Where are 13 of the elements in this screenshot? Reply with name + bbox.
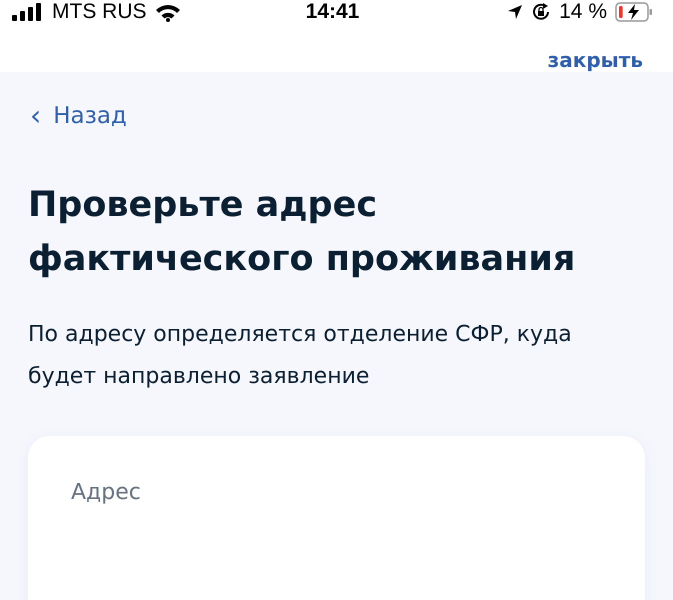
page-title: Проверьте адрес фактического проживания bbox=[28, 184, 576, 281]
carrier-name: MTS RUS bbox=[52, 0, 146, 24]
wifi-icon bbox=[154, 2, 180, 22]
signal-icon bbox=[12, 3, 44, 21]
rotation-lock-icon bbox=[531, 2, 552, 22]
back-link[interactable]: ‹ Назад bbox=[30, 102, 127, 130]
close-link[interactable]: закрыть bbox=[548, 48, 643, 72]
location-arrow-icon bbox=[507, 4, 524, 20]
battery-percent: 14 % bbox=[559, 0, 607, 24]
battery-charging-icon bbox=[615, 2, 653, 22]
address-label: Адрес bbox=[71, 480, 141, 505]
clock-time: 14:41 bbox=[306, 0, 360, 24]
description-text: По адресу определяется отделение СФР, куда будет направлено заявление bbox=[28, 321, 573, 391]
